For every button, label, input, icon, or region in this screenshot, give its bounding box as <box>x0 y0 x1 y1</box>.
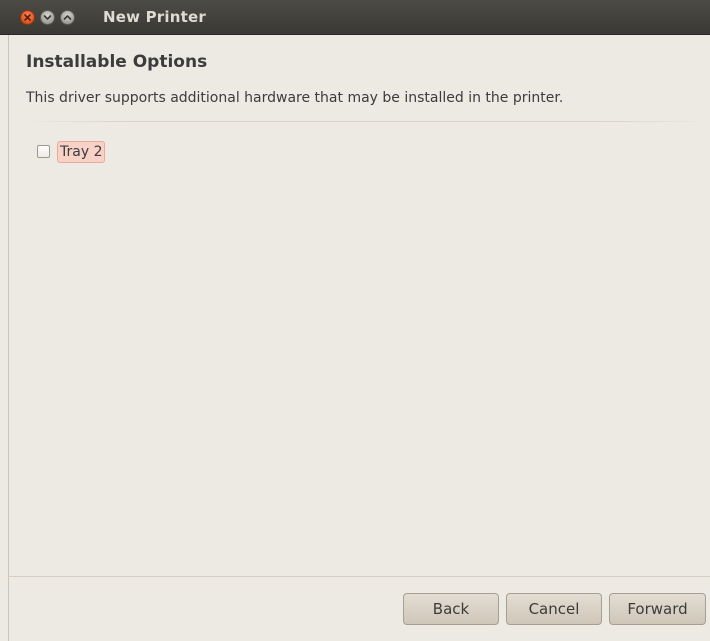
option-label[interactable]: Tray 2 <box>57 141 106 163</box>
page-title: Installable Options <box>26 52 208 72</box>
cancel-button[interactable]: Cancel <box>506 593 602 625</box>
title-bar[interactable]: New Printer <box>0 0 710 35</box>
close-icon[interactable] <box>20 10 35 25</box>
content-area: Installable Options This driver supports… <box>8 35 710 576</box>
forward-button[interactable]: Forward <box>609 593 706 625</box>
back-button[interactable]: Back <box>403 593 499 625</box>
maximize-icon[interactable] <box>60 10 75 25</box>
window-title: New Printer <box>103 8 206 26</box>
new-printer-window: New Printer Installable Options This dri… <box>0 0 710 641</box>
minimize-icon[interactable] <box>40 10 55 25</box>
separator <box>26 121 706 122</box>
tray-2-checkbox[interactable] <box>37 145 50 158</box>
button-area <box>8 577 710 641</box>
page-description: This driver supports additional hardware… <box>26 90 564 106</box>
